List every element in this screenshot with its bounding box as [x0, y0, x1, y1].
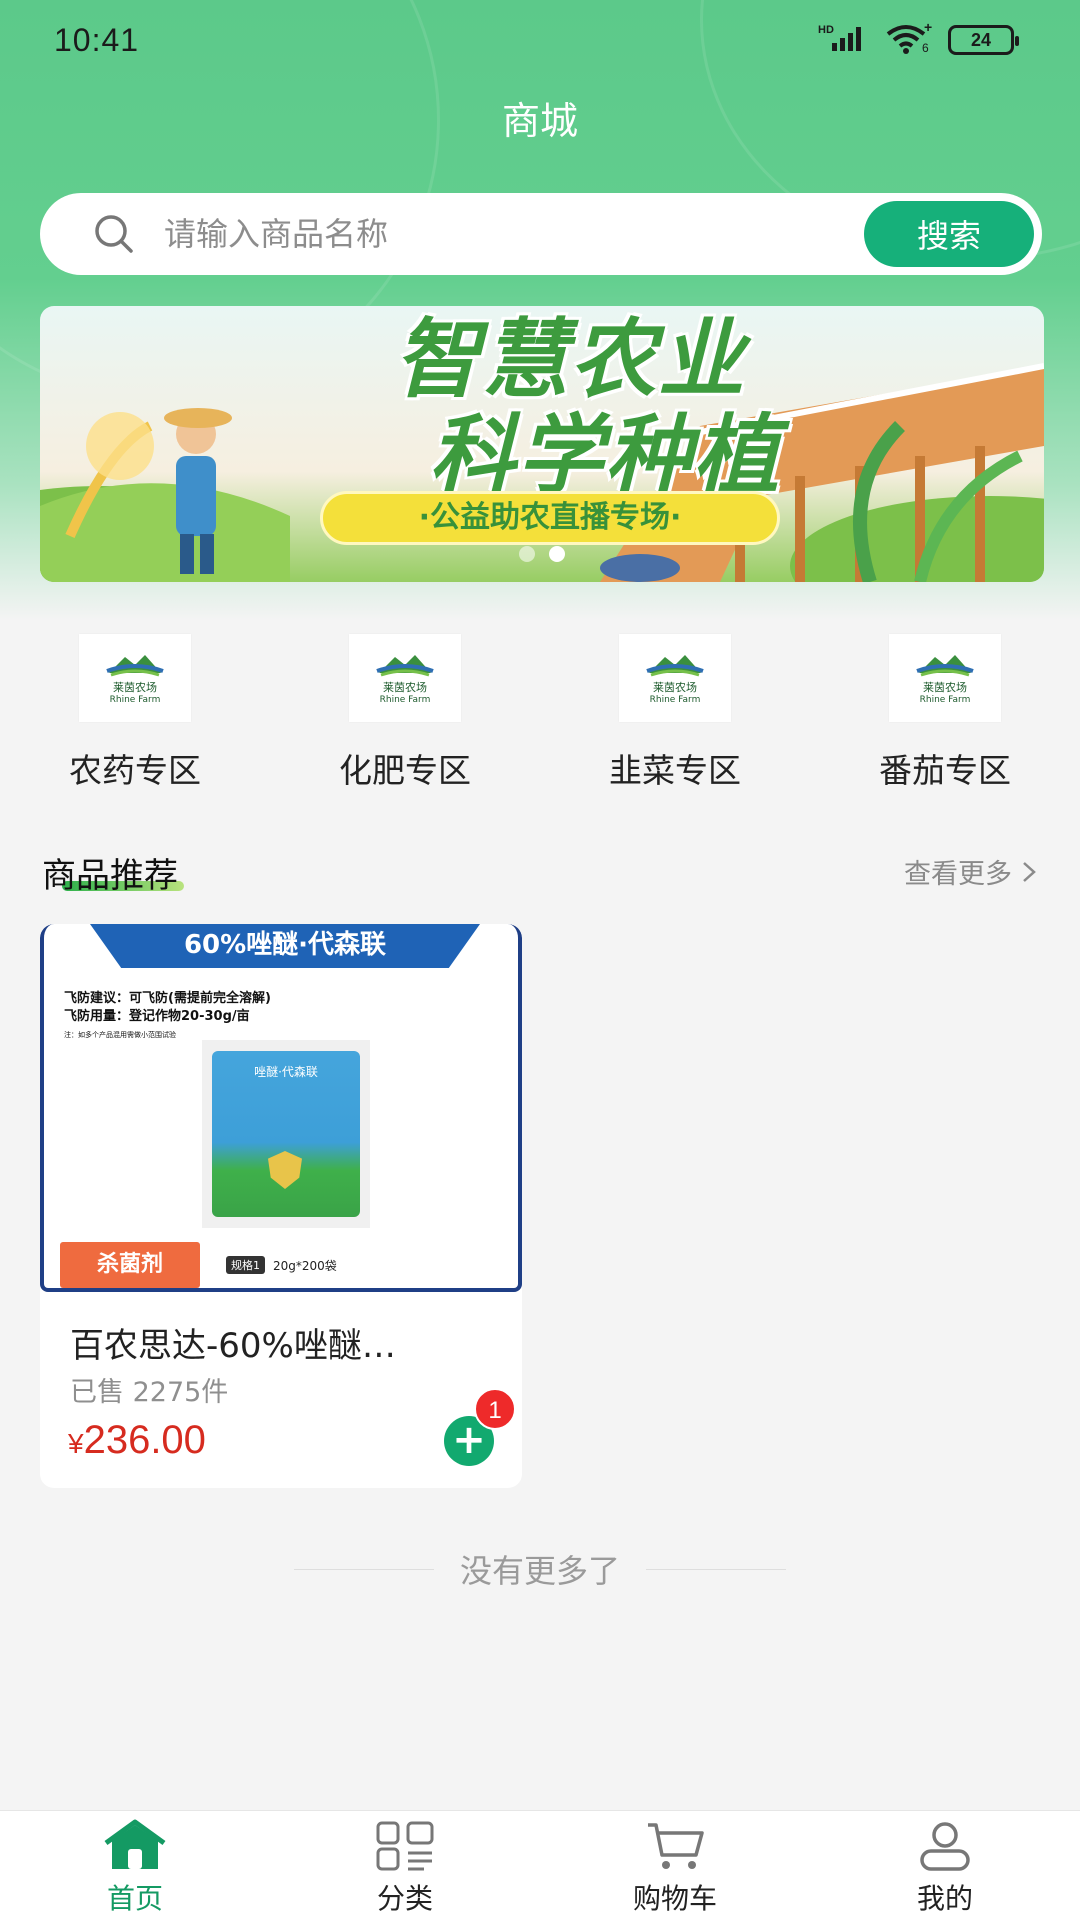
product-image-note: 飞防建议：可飞防(需提前完全溶解) 飞防用量：登记作物20-30g/亩 注：如多…	[64, 990, 271, 1044]
search-input[interactable]	[164, 215, 844, 253]
search-button[interactable]: 搜索	[864, 201, 1034, 267]
category-fertilizer[interactable]: 莱茵农场 Rhine Farm 化肥专区	[270, 634, 540, 792]
divider	[293, 1568, 434, 1570]
rhine-farm-logo: 莱茵农场 Rhine Farm	[889, 634, 1001, 722]
package: 唑醚·代森联	[212, 1051, 360, 1217]
logo-text-cn: 莱茵农场	[383, 681, 427, 694]
logo-text-en: Rhine Farm	[109, 695, 161, 705]
search-bar: 搜索	[40, 193, 1042, 275]
wifi-badge-label: 6	[922, 41, 929, 54]
rhine-farm-logo: 莱茵农场 Rhine Farm	[619, 634, 731, 722]
promo-banner[interactable]: 智慧农业 科学种植 ·公益助农直播专场·	[40, 306, 1044, 582]
logo-text-cn: 莱茵农场	[113, 681, 157, 694]
category-chives[interactable]: 莱茵农场 Rhine Farm 韭菜专区	[540, 634, 810, 792]
bottom-tab-bar: 首页 分类 购物车 我的	[0, 1810, 1080, 1920]
spec-value: 20g*200袋	[273, 1258, 337, 1273]
mountain-logo-icon	[646, 655, 704, 677]
status-time: 10:41	[54, 21, 140, 58]
product-price: ¥236.00	[68, 1418, 206, 1463]
tab-cart[interactable]: 购物车	[540, 1811, 810, 1920]
mountain-logo-icon	[916, 655, 974, 677]
tab-label: 首页	[106, 1882, 163, 1915]
category-tag: 杀菌剂	[60, 1242, 200, 1288]
battery-level: 24	[970, 29, 992, 50]
rhine-farm-logo: 莱茵农场 Rhine Farm	[349, 634, 461, 722]
tab-me[interactable]: 我的	[810, 1811, 1080, 1920]
category-tomato[interactable]: 莱茵农场 Rhine Farm 番茄专区	[810, 634, 1080, 792]
cart-count-badge: 1	[474, 1388, 516, 1430]
see-more-link[interactable]: 查看更多	[904, 852, 1038, 891]
spec-label: 规格1	[226, 1256, 265, 1274]
image-note-line: 飞防用量：登记作物20-30g/亩	[64, 1009, 250, 1024]
banner-subtitle: ·公益助农直播专场·	[320, 491, 780, 545]
search-icon	[95, 215, 133, 253]
product-card[interactable]: 60%唑醚·代森联 飞防建议：可飞防(需提前完全溶解) 飞防用量：登记作物20-…	[40, 924, 522, 1488]
category-pesticide[interactable]: 莱茵农场 Rhine Farm 农药专区	[0, 634, 270, 792]
see-more-label: 查看更多	[904, 859, 1012, 890]
divider	[646, 1568, 786, 1570]
package-title: 唑醚·代森联	[254, 1065, 318, 1079]
price-value: 236.00	[83, 1418, 206, 1462]
page-title: 商城	[501, 99, 578, 143]
rhine-farm-logo: 莱茵农场 Rhine Farm	[79, 634, 191, 722]
shield-icon	[268, 1151, 302, 1189]
banner-headline: 智慧农业 科学种植	[290, 312, 850, 504]
end-of-list: 没有更多了	[0, 1546, 1080, 1592]
wifi-icon: 6 +	[884, 19, 934, 58]
category-label: 番茄专区	[879, 751, 1011, 790]
image-note-line: 飞防建议：可飞防(需提前完全溶解)	[64, 991, 271, 1006]
tab-category[interactable]: 分类	[270, 1811, 540, 1920]
tab-label: 购物车	[632, 1882, 717, 1915]
home-icon	[104, 1819, 166, 1869]
banner-headline-line1: 智慧农业	[394, 310, 746, 410]
category-label: 韭菜专区	[609, 751, 741, 790]
logo-text-en: Rhine Farm	[919, 695, 971, 705]
category-label: 化肥专区	[339, 751, 471, 790]
user-icon	[920, 1822, 970, 1871]
category-row: 莱茵农场 Rhine Farm 农药专区 莱茵农场 Rhine Farm 化肥专…	[0, 634, 1080, 792]
logo-text-cn: 莱茵农场	[653, 681, 697, 694]
tab-label: 分类	[376, 1882, 433, 1915]
logo-text-en: Rhine Farm	[379, 695, 431, 705]
product-image-banner: 60%唑醚·代森联	[90, 924, 480, 968]
cart-icon	[648, 1823, 704, 1869]
status-icons: HD 6 + 24	[818, 19, 1019, 58]
signal-icon: HD	[818, 23, 870, 57]
product-spec: 规格1 20g*200袋	[226, 1256, 337, 1274]
status-bar: 10:41 HD 6 + 24	[0, 0, 1080, 80]
product-image: 60%唑醚·代森联 飞防建议：可飞防(需提前完全溶解) 飞防用量：登记作物20-…	[40, 924, 522, 1292]
logo-text-en: Rhine Farm	[649, 695, 701, 705]
product-sold-count: 已售 2275件	[70, 1377, 229, 1408]
section-title: 商品推荐	[42, 856, 178, 896]
logo-text-cn: 莱茵农场	[923, 681, 967, 694]
tab-home[interactable]: 首页	[0, 1811, 270, 1920]
tab-label: 我的	[916, 1882, 973, 1915]
mountain-logo-icon	[106, 655, 164, 677]
battery-icon: 24	[948, 25, 1019, 55]
product-package-photo: 唑醚·代森联	[202, 1040, 370, 1228]
banner-dot-active[interactable]	[549, 546, 565, 562]
banner-pagination	[40, 546, 1044, 562]
banner-dot[interactable]	[519, 546, 535, 562]
category-label: 农药专区	[69, 751, 201, 790]
network-type-label: HD	[818, 24, 834, 36]
product-name: 百农思达-60%唑醚…	[70, 1326, 396, 1366]
chevron-right-icon	[1023, 861, 1036, 882]
banner-headline-line2: 科学种植	[429, 406, 781, 506]
category-grid-icon	[376, 1821, 434, 1871]
currency-symbol: ¥	[68, 1428, 84, 1459]
no-more-text: 没有更多了	[459, 1552, 620, 1590]
svg-text:+: +	[924, 22, 932, 35]
mountain-logo-icon	[376, 655, 434, 677]
